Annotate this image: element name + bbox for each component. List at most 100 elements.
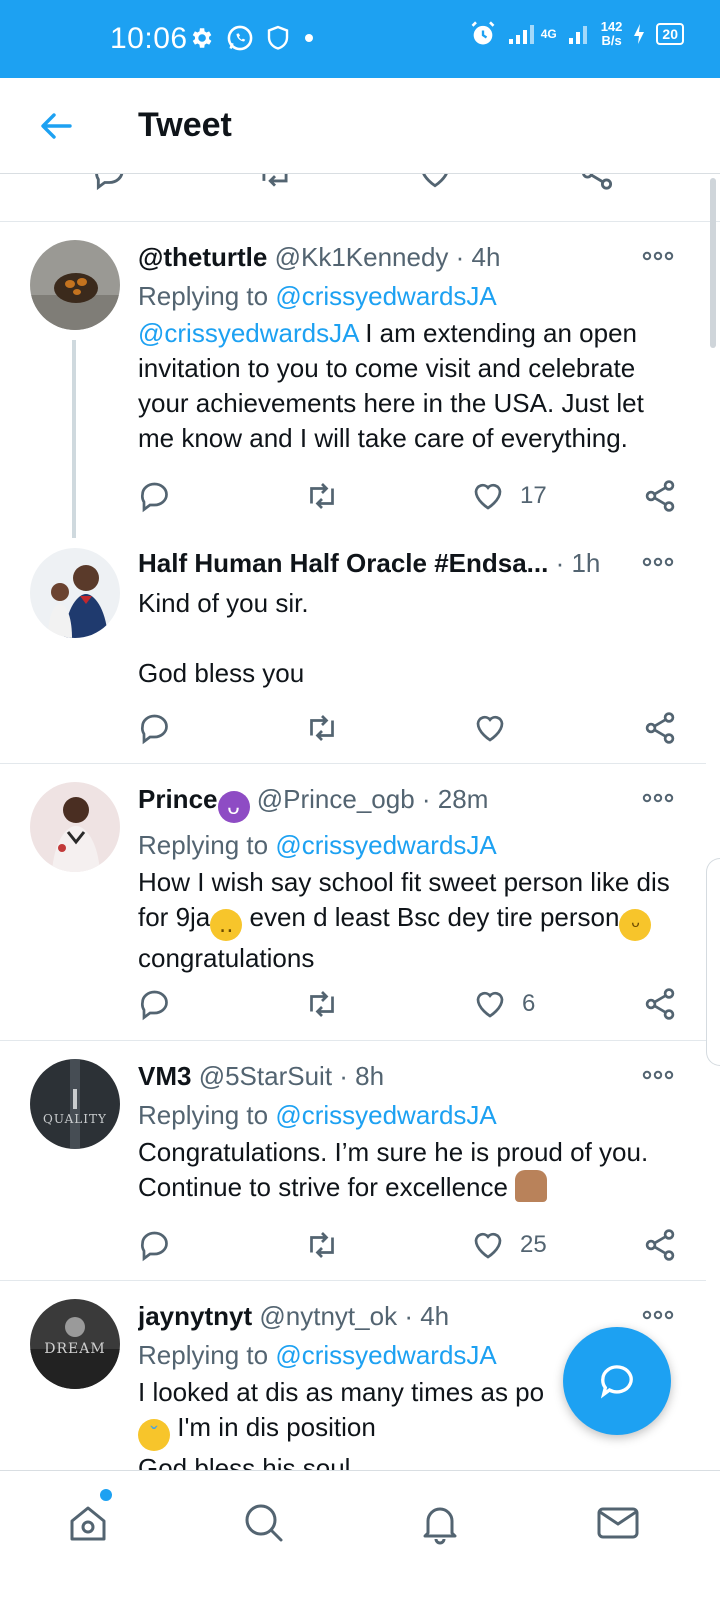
reply-icon[interactable] bbox=[92, 174, 130, 192]
share-button[interactable] bbox=[642, 984, 678, 1024]
folded-hands-emoji-icon bbox=[515, 1170, 548, 1202]
more-dots-icon[interactable] bbox=[640, 786, 676, 810]
reply-icon[interactable] bbox=[138, 710, 174, 746]
home-icon[interactable] bbox=[64, 1499, 112, 1547]
share-button[interactable] bbox=[642, 476, 678, 516]
retweet-icon[interactable] bbox=[256, 174, 294, 192]
smiling-devil-emoji-icon: ᴗ bbox=[217, 791, 250, 823]
text-mention[interactable]: @crissyedwardsJA bbox=[138, 318, 358, 348]
heart-icon[interactable] bbox=[470, 478, 506, 514]
heart-icon[interactable] bbox=[416, 174, 454, 192]
messages-icon[interactable] bbox=[594, 1499, 642, 1547]
avatar[interactable] bbox=[30, 782, 120, 872]
avatar[interactable]: DREAM bbox=[30, 1299, 120, 1389]
author-name[interactable]: @theturtle bbox=[138, 242, 267, 272]
share-icon[interactable] bbox=[642, 1227, 678, 1263]
more-dots-icon[interactable] bbox=[640, 1063, 676, 1087]
replying-to-mention[interactable]: @crissyedwardsJA bbox=[275, 830, 496, 860]
replying-to: Replying to @crissyedwardsJA bbox=[138, 830, 497, 860]
tweet-text: Congratulations. I’m sure he is proud of… bbox=[138, 1137, 649, 1202]
share-icon[interactable] bbox=[578, 174, 616, 192]
retweet-icon[interactable] bbox=[304, 710, 340, 746]
reply-button[interactable] bbox=[138, 708, 174, 748]
replying-to: Replying to @crissyedwardsJA bbox=[138, 1100, 497, 1130]
reply-tweet[interactable]: QUALITY VM3 @5StarSuit · 8h Replying to … bbox=[0, 1041, 706, 1281]
reply-icon[interactable] bbox=[138, 478, 174, 514]
retweet-icon[interactable] bbox=[304, 1227, 340, 1263]
avatar-text: DREAM bbox=[44, 1341, 105, 1357]
author-name[interactable]: VM3 bbox=[138, 1061, 191, 1091]
author-name[interactable]: jaynytnyt bbox=[138, 1301, 252, 1331]
avatar[interactable]: QUALITY bbox=[30, 1059, 120, 1149]
retweet-button[interactable] bbox=[304, 984, 340, 1024]
retweet-button[interactable] bbox=[304, 708, 340, 748]
reply-tweet[interactable]: Prince ᴗ @Prince_ogb · 28m Replying to @c… bbox=[0, 764, 706, 1041]
share-icon[interactable] bbox=[642, 986, 678, 1022]
tweet-actions: 6 bbox=[138, 984, 688, 1024]
charging-icon bbox=[634, 24, 645, 44]
more-dots-icon[interactable] bbox=[640, 550, 676, 574]
battery-indicator: 20 bbox=[656, 23, 684, 45]
share-icon[interactable] bbox=[642, 710, 678, 746]
heart-icon[interactable] bbox=[472, 710, 508, 746]
like-button[interactable]: 17 bbox=[470, 476, 547, 516]
heart-icon[interactable] bbox=[472, 986, 508, 1022]
tweet-time: · 28m bbox=[421, 784, 489, 814]
author-name[interactable]: Half Human Half Oracle #Endsa... bbox=[138, 548, 548, 578]
whatsapp-icon bbox=[227, 25, 253, 51]
tweet-text: @crissyedwardsJA I am extending an open … bbox=[138, 318, 644, 453]
retweet-icon[interactable] bbox=[304, 478, 340, 514]
share-button[interactable] bbox=[642, 1225, 678, 1265]
replying-to-mention[interactable]: @crissyedwardsJA bbox=[275, 281, 496, 311]
more-dots-icon[interactable] bbox=[640, 1303, 676, 1327]
author-handle[interactable]: @Prince_ogb bbox=[257, 784, 415, 814]
like-button[interactable] bbox=[472, 708, 508, 748]
reply-button[interactable] bbox=[138, 476, 174, 516]
author-handle[interactable]: @nytnyt_ok bbox=[259, 1301, 397, 1331]
arrow-left-icon[interactable] bbox=[36, 106, 76, 146]
compose-reply-icon bbox=[600, 1365, 633, 1399]
reply-tweet[interactable]: @theturtle @Kk1Kennedy · 4h Replying to … bbox=[0, 222, 706, 542]
search-icon[interactable] bbox=[240, 1499, 288, 1547]
avatar-text: QUALITY bbox=[43, 1112, 107, 1126]
tweet-time: · 4h bbox=[455, 242, 501, 272]
signal-icon bbox=[508, 25, 534, 44]
share-button[interactable] bbox=[642, 708, 678, 748]
reply-button[interactable] bbox=[138, 984, 174, 1024]
more-dots-icon[interactable] bbox=[640, 244, 676, 268]
page-title: Tweet bbox=[138, 106, 232, 144]
reply-tweet[interactable]: Half Human Half Oracle #Endsa... · 1h Ki… bbox=[0, 542, 706, 764]
replying-to-mention[interactable]: @crissyedwardsJA bbox=[275, 1340, 496, 1370]
heart-icon[interactable] bbox=[470, 1227, 506, 1263]
grinning-sweat-emoji-icon: ᵕ bbox=[619, 909, 652, 941]
reply-button[interactable] bbox=[138, 1225, 174, 1265]
notifications-icon[interactable] bbox=[416, 1499, 464, 1547]
retweet-button[interactable] bbox=[304, 1225, 340, 1265]
reply-icon[interactable] bbox=[138, 986, 174, 1022]
signal-icon-2 bbox=[568, 26, 587, 44]
reply-icon[interactable] bbox=[138, 1227, 174, 1263]
share-icon[interactable] bbox=[642, 478, 678, 514]
author-handle[interactable]: @Kk1Kennedy bbox=[275, 242, 449, 272]
like-count: 25 bbox=[520, 1231, 547, 1258]
compose-reply-button[interactable] bbox=[563, 1327, 671, 1435]
avatar[interactable] bbox=[30, 240, 120, 330]
like-button[interactable]: 6 bbox=[472, 984, 535, 1024]
tweet-time: · 1h bbox=[555, 548, 601, 578]
side-edge-panel[interactable] bbox=[706, 858, 720, 1066]
author-name[interactable]: Prince bbox=[138, 784, 218, 814]
status-bar: 10:06 4G 142 B/s 20 bbox=[0, 0, 720, 78]
author-handle[interactable]: @5StarSuit bbox=[199, 1061, 332, 1091]
speed-unit: B/s bbox=[601, 33, 622, 48]
retweet-button[interactable] bbox=[304, 476, 340, 516]
scrollbar[interactable] bbox=[710, 178, 716, 348]
avatar[interactable] bbox=[30, 548, 120, 638]
replying-to-mention[interactable]: @crissyedwardsJA bbox=[275, 1100, 496, 1130]
replying-to: Replying to @crissyedwardsJA bbox=[138, 281, 497, 311]
like-button[interactable]: 25 bbox=[470, 1225, 547, 1265]
tweet-time: · 4h bbox=[404, 1301, 450, 1331]
tweet-actions: 17 bbox=[138, 476, 688, 516]
retweet-icon[interactable] bbox=[304, 986, 340, 1022]
previous-tweet-actions bbox=[0, 174, 720, 222]
like-count: 17 bbox=[520, 482, 547, 509]
